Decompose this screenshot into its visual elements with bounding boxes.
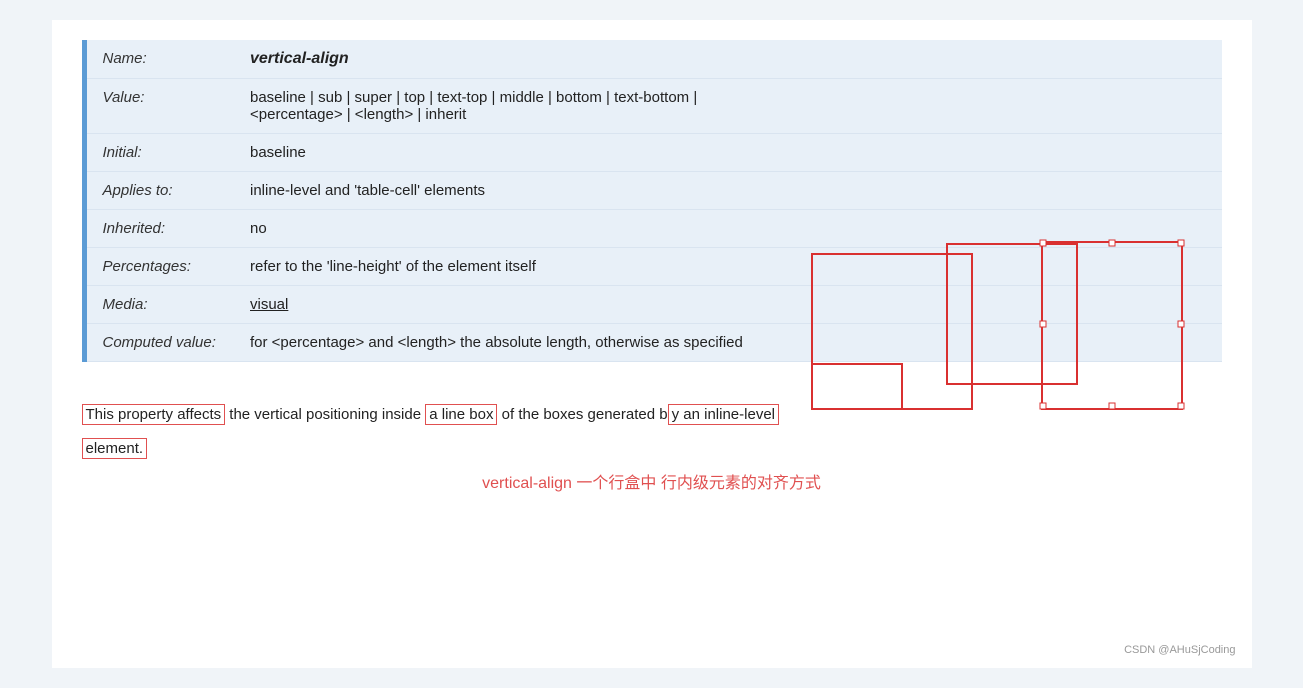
diagram xyxy=(802,234,1192,434)
table-row: Name: vertical-align xyxy=(84,40,1222,79)
label-computed: Computed value: xyxy=(84,324,234,362)
watermark: CSDN @AHuSjCoding xyxy=(1124,644,1235,656)
label-initial: Initial: xyxy=(84,134,234,172)
label-applies: Applies to: xyxy=(84,172,234,210)
value-initial: baseline xyxy=(234,134,1222,172)
property-table: Name: vertical-align Value: baseline | s… xyxy=(82,40,1222,362)
bottom-text-mid2: of the boxes generated b xyxy=(497,406,667,423)
bottom-text-element: element. xyxy=(82,436,1222,462)
bottom-text-mid1: the vertical positioning inside xyxy=(225,406,425,423)
diagram-svg xyxy=(802,234,1192,434)
label-percentages: Percentages: xyxy=(84,248,234,286)
subtitle: vertical-align 一个行盒中 行内级元素的对齐方式 xyxy=(82,469,1222,493)
value-name: vertical-align xyxy=(234,40,1222,79)
boxed-phrase-element: element. xyxy=(82,438,148,459)
table-row: Value: baseline | sub | super | top | te… xyxy=(84,79,1222,134)
label-inherited: Inherited: xyxy=(84,210,234,248)
label-media: Media: xyxy=(84,286,234,324)
label-name: Name: xyxy=(84,40,234,79)
page-container: Name: vertical-align Value: baseline | s… xyxy=(52,20,1252,668)
boxed-phrase-inline-level: y an inline-level xyxy=(668,404,779,425)
label-value: Value: xyxy=(84,79,234,134)
table-row: Applies to: inline-level and 'table-cell… xyxy=(84,172,1222,210)
value-applies: inline-level and 'table-cell' elements xyxy=(234,172,1222,210)
table-row: Initial: baseline xyxy=(84,134,1222,172)
boxed-phrase-line-box: a line box xyxy=(425,404,497,425)
boxed-phrase-1: This property affects xyxy=(82,404,226,425)
value-value: baseline | sub | super | top | text-top … xyxy=(234,79,1222,134)
